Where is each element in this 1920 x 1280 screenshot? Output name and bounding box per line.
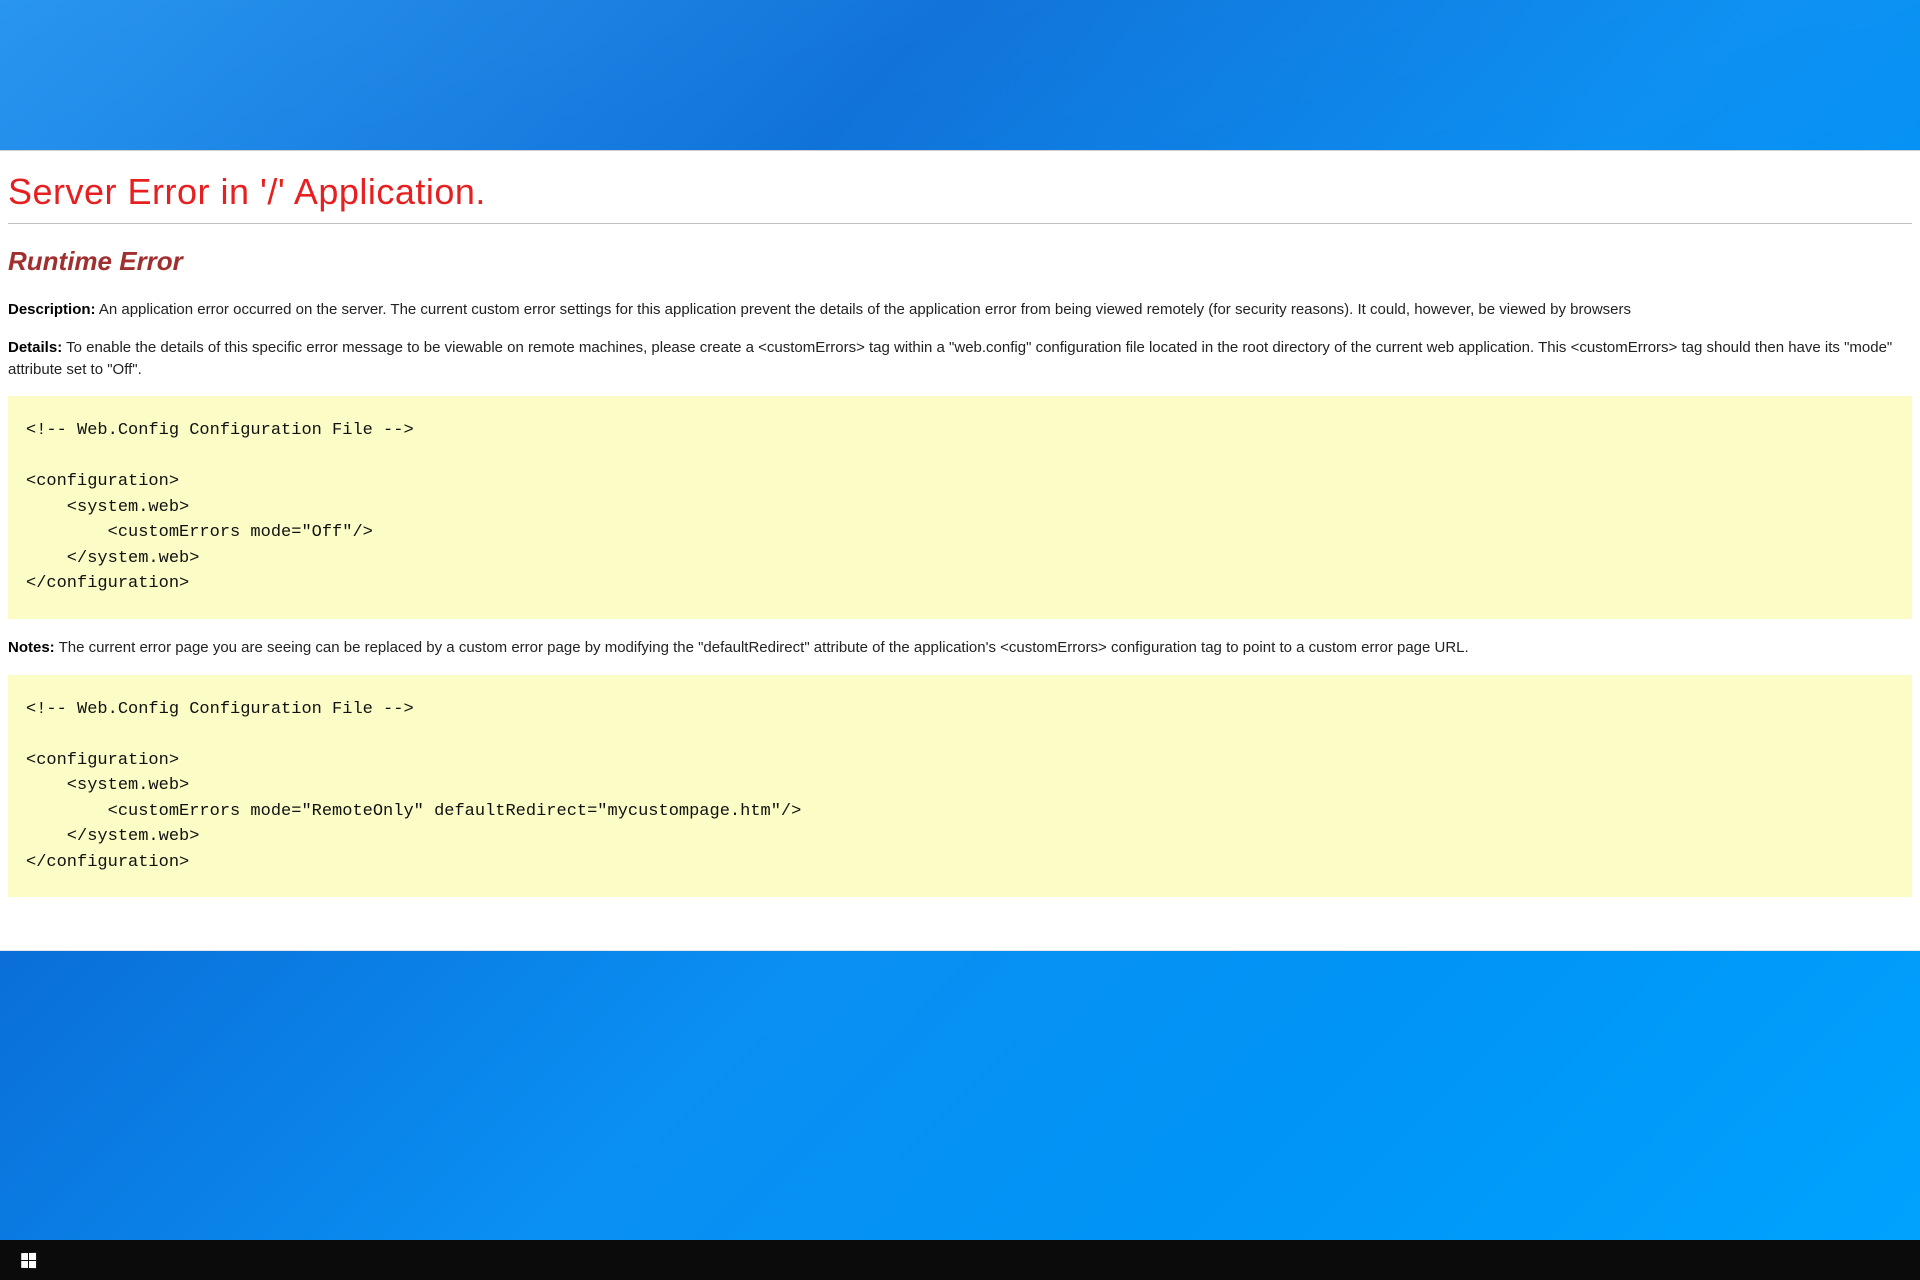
details-paragraph: Details: To enable the details of this s… — [8, 337, 1912, 381]
details-label: Details: — [8, 339, 62, 356]
error-page: Server Error in '/' Application. Runtime… — [0, 150, 1920, 951]
windows-icon — [21, 1252, 36, 1267]
config-code-remoteonly: <!-- Web.Config Configuration File --> <… — [8, 675, 1912, 898]
description-label: Description: — [8, 301, 96, 318]
config-code-off: <!-- Web.Config Configuration File --> <… — [8, 396, 1912, 619]
details-text: To enable the details of this specific e… — [8, 339, 1892, 378]
desktop-background: Server Error in '/' Application. Runtime… — [0, 0, 1920, 1280]
start-button[interactable] — [8, 1240, 48, 1280]
error-subtitle: Runtime Error — [8, 246, 1912, 277]
notes-text: The current error page you are seeing ca… — [59, 639, 1469, 656]
notes-label: Notes: — [8, 639, 55, 656]
notes-paragraph: Notes: The current error page you are se… — [8, 637, 1912, 659]
description-text: An application error occurred on the ser… — [99, 301, 1631, 318]
title-divider — [8, 223, 1912, 224]
taskbar[interactable] — [0, 1240, 1920, 1280]
page-title: Server Error in '/' Application. — [8, 171, 1912, 213]
description-paragraph: Description: An application error occurr… — [8, 299, 1912, 321]
